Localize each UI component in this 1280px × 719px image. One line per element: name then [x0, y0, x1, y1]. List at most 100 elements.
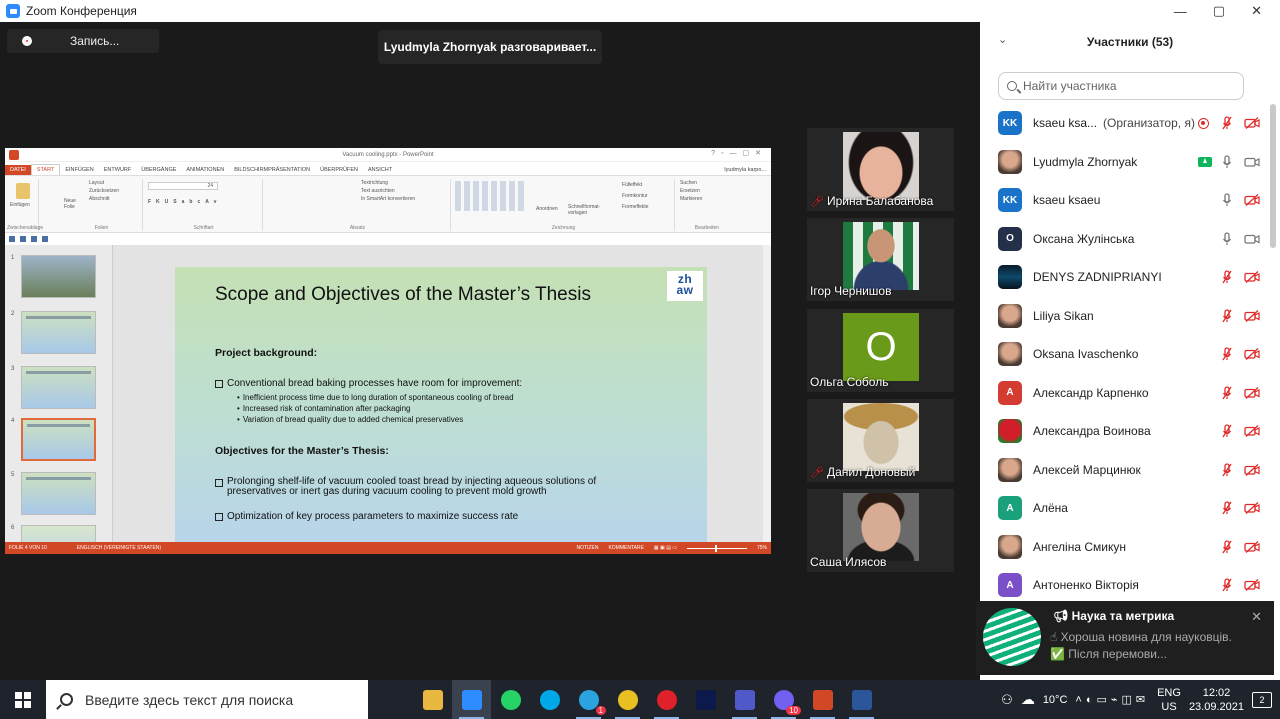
- participant-row[interactable]: Lyudmyla Zhornyak: [980, 143, 1270, 182]
- clock[interactable]: 12:02 23.09.2021: [1189, 686, 1244, 714]
- minimize-icon[interactable]: —: [1174, 4, 1187, 19]
- participant-search-input[interactable]: Найти участника: [998, 72, 1244, 100]
- tab-animations[interactable]: ANIMATIONEN: [181, 165, 229, 175]
- find-button[interactable]: Suchen: [677, 179, 737, 187]
- camera-off-icon[interactable]: [1244, 386, 1260, 399]
- select-button[interactable]: Markieren: [677, 195, 737, 203]
- taskbar-app-photoshop[interactable]: [686, 680, 725, 719]
- mic-icon[interactable]: [1222, 155, 1232, 169]
- fill-button[interactable]: Fülleffekt: [619, 181, 645, 189]
- camera-icon[interactable]: [1244, 233, 1260, 245]
- font-format-buttons[interactable]: FKUSabcAv: [145, 198, 262, 206]
- taskbar-app-powerpoint[interactable]: [803, 680, 842, 719]
- slide-thumbnail-5[interactable]: [21, 472, 96, 515]
- taskbar-app-opera[interactable]: [647, 680, 686, 719]
- slide-thumbnail-3[interactable]: [21, 366, 96, 409]
- layout-button[interactable]: Layout: [61, 179, 142, 187]
- participant-row[interactable]: Liliya Sikan: [980, 297, 1270, 336]
- participant-row[interactable]: Oksana Ivaschenko: [980, 335, 1270, 374]
- taskbar-app-skype[interactable]: [530, 680, 569, 719]
- camera-icon[interactable]: [1244, 156, 1260, 168]
- mic-icon[interactable]: [1222, 232, 1232, 246]
- muted-mic-icon[interactable]: [1222, 578, 1232, 592]
- language-indicator[interactable]: ENG US: [1157, 686, 1181, 714]
- participant-row[interactable]: О Оксана Жулінська: [980, 220, 1270, 259]
- weather-icon[interactable]: ☁: [1021, 691, 1035, 708]
- camera-off-icon[interactable]: [1244, 502, 1260, 515]
- slide-thumbnail-1[interactable]: [21, 255, 96, 298]
- quick-styles-button[interactable]: Schnellformat-vorlagen: [565, 203, 605, 217]
- muted-mic-icon[interactable]: [1222, 116, 1232, 130]
- participant-row[interactable]: A Алёна: [980, 489, 1270, 528]
- comments-button[interactable]: KOMMENTARE: [608, 545, 643, 551]
- tab-start[interactable]: START: [30, 164, 61, 175]
- action-center-icon[interactable]: 2: [1252, 691, 1272, 708]
- participant-row[interactable]: A Антоненко Вікторія: [980, 566, 1270, 605]
- new-slide-button[interactable]: Neue Folie: [61, 197, 89, 211]
- participant-row[interactable]: Алексей Марцинюк: [980, 451, 1270, 490]
- camera-off-icon[interactable]: [1244, 348, 1260, 361]
- zoom-level[interactable]: 75%: [757, 545, 767, 551]
- zoom-slider[interactable]: [686, 544, 747, 552]
- muted-mic-icon[interactable]: [1222, 270, 1232, 284]
- muted-mic-icon[interactable]: [1222, 463, 1232, 477]
- powerpoint-window-controls[interactable]: ?▫—▢✕: [711, 149, 767, 157]
- taskbar-app-file-explorer[interactable]: [413, 680, 452, 719]
- effects-button[interactable]: Formeffekte: [619, 203, 652, 211]
- start-button[interactable]: [0, 680, 46, 719]
- tab-design[interactable]: ENTWURF: [99, 165, 137, 175]
- taskbar-app-telegram[interactable]: 1: [569, 680, 608, 719]
- camera-off-icon[interactable]: [1244, 579, 1260, 592]
- font-size-box[interactable]: 24: [148, 182, 218, 190]
- participant-row[interactable]: A Александр Карпенко: [980, 374, 1270, 413]
- mic-icon[interactable]: [1222, 193, 1232, 207]
- reset-button[interactable]: Zurücksetzen: [61, 187, 142, 195]
- participants-scrollbar[interactable]: [1270, 104, 1276, 248]
- muted-mic-icon[interactable]: [1222, 386, 1232, 400]
- tab-slideshow[interactable]: BILDSCHIRMPRÄSENTATION: [229, 165, 315, 175]
- muted-mic-icon[interactable]: [1222, 540, 1232, 554]
- camera-off-icon[interactable]: [1244, 540, 1260, 553]
- video-tile[interactable]: Саша Илясов: [807, 489, 954, 572]
- taskbar-app-viber[interactable]: 10: [764, 680, 803, 719]
- start-slideshow-icon[interactable]: [42, 236, 48, 242]
- arrange-button[interactable]: Anordnen: [533, 205, 561, 213]
- text-direction-button[interactable]: Textrichtung: [265, 179, 450, 187]
- close-icon[interactable]: ✕: [1251, 3, 1262, 19]
- muted-mic-icon[interactable]: [1222, 501, 1232, 515]
- powerpoint-user[interactable]: lyudmyla karpo...: [719, 165, 771, 175]
- muted-mic-icon[interactable]: [1222, 424, 1232, 438]
- language-status[interactable]: ENGLISCH (VEREINIGTE STAATEN): [77, 545, 161, 551]
- participant-row[interactable]: Ангеліна Смикун: [980, 528, 1270, 567]
- outline-button[interactable]: Formkontur: [619, 192, 651, 200]
- slide-thumbnail-4-selected[interactable]: [21, 418, 96, 461]
- video-tile[interactable]: О Ольга Соболь: [807, 309, 954, 392]
- tab-transitions[interactable]: ÜBERGÄNGE: [136, 165, 181, 175]
- muted-mic-icon[interactable]: [1222, 309, 1232, 323]
- shapes-gallery[interactable]: [455, 181, 525, 211]
- camera-off-icon[interactable]: [1244, 425, 1260, 438]
- muted-mic-icon[interactable]: [1222, 347, 1232, 361]
- people-icon[interactable]: ⚇: [1001, 692, 1013, 708]
- notes-button[interactable]: NOTIZEN: [576, 545, 598, 551]
- current-slide[interactable]: Scope and Objectives of the Master’s The…: [175, 267, 707, 554]
- close-icon[interactable]: ✕: [1251, 609, 1262, 625]
- undo-icon[interactable]: [20, 236, 26, 242]
- camera-off-icon[interactable]: [1244, 463, 1260, 476]
- camera-off-icon[interactable]: [1244, 194, 1260, 207]
- taskbar-app-word[interactable]: [842, 680, 881, 719]
- taskbar-search-input[interactable]: Введите здесь текст для поиска: [46, 680, 368, 719]
- slide-thumbnail-2[interactable]: [21, 311, 96, 354]
- tab-review[interactable]: ÜBERPRÜFEN: [315, 165, 363, 175]
- tab-view[interactable]: ANSICHT: [363, 165, 397, 175]
- tab-file[interactable]: DATEI: [5, 165, 31, 175]
- taskbar-app-whatsapp[interactable]: [491, 680, 530, 719]
- video-tile[interactable]: 🎤︎ Данил Доновый: [807, 399, 954, 482]
- taskbar-app-zoom[interactable]: [452, 680, 491, 719]
- recording-indicator[interactable]: Запись...: [7, 29, 159, 53]
- paste-icon[interactable]: [15, 183, 30, 199]
- view-buttons[interactable]: ▦ ▣ ▤ ▭: [654, 545, 677, 551]
- replace-button[interactable]: Ersetzen: [677, 187, 737, 195]
- notification-toast[interactable]: 📢︎ Наука та метрика ☝ Хороша новина для …: [976, 601, 1274, 675]
- taskbar-app-teams[interactable]: [725, 680, 764, 719]
